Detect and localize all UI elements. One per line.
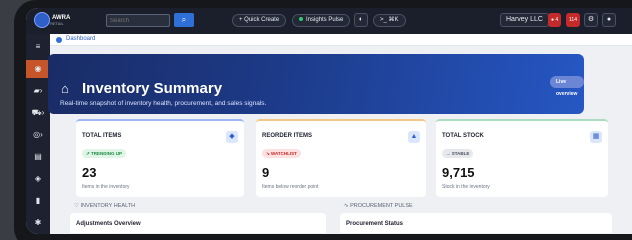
card-description: Stock in the inventory — [442, 184, 490, 190]
logo-mark — [34, 12, 50, 28]
procurement-status-panel: Procurement Status — [340, 213, 612, 233]
card-title: REORDER ITEMS — [262, 133, 313, 139]
dashboard-icon[interactable]: ◉ — [26, 60, 50, 78]
insights-pulse-label: Insights Pulse — [306, 17, 344, 23]
warehouse-icon: ⌂ — [61, 81, 69, 96]
inventory-health-heading: ♡ INVENTORY HEALTH — [74, 203, 136, 209]
alerts-badge[interactable]: 114 — [566, 13, 580, 27]
search-button[interactable]: ⌕ — [174, 13, 194, 27]
company-selector[interactable]: Harvey LLC — [500, 13, 549, 27]
page-title: Inventory Summary — [82, 80, 223, 97]
search-icon: ⌕ — [181, 15, 187, 24]
trend-badge: → STABLE — [442, 149, 474, 158]
box-icon[interactable]: ◈ — [26, 170, 50, 188]
breadcrumb-dashboard[interactable]: Dashboard — [66, 36, 95, 42]
document-icon[interactable]: ▮ — [26, 192, 50, 210]
boxes-icon[interactable]: ▦ — [590, 131, 602, 143]
card-value: 23 — [82, 165, 97, 180]
cart-icon[interactable]: ⛟› — [26, 104, 50, 122]
search-input[interactable] — [106, 14, 170, 27]
page-subtitle: Real-time snapshot of inventory health, … — [60, 100, 267, 107]
total-items-card: TOTAL ITEMS ◆ ↗ TRENDING UP 23 Items in … — [76, 119, 244, 197]
card-title: TOTAL ITEMS — [82, 133, 122, 139]
card-value: 9 — [262, 165, 270, 180]
bell-icon: ● — [551, 17, 555, 23]
live-overview-button[interactable]: Live overview — [550, 76, 584, 97]
status-dot-icon — [299, 17, 303, 22]
logo-subtext: RETAIL — [50, 20, 64, 26]
profile-button[interactable]: ● — [602, 13, 616, 27]
menu-icon[interactable]: ≡ — [26, 38, 50, 56]
panel-title: Adjustments Overview — [76, 221, 141, 227]
users-icon[interactable]: ◎› — [26, 126, 50, 144]
total-stock-card: TOTAL STOCK ▦ → STABLE 9,715 Stock in th… — [436, 119, 608, 197]
logo-text: AWRA — [52, 14, 71, 21]
home-icon — [56, 37, 62, 43]
settings-button[interactable]: ⚙ — [584, 13, 598, 27]
notifications-badge[interactable]: ● 4 — [548, 13, 562, 27]
card-description: Items in the inventory — [82, 184, 130, 190]
theme-toggle-button[interactable]: ◐ — [354, 13, 368, 27]
procurement-pulse-heading: ∿ PROCUREMENT PULSE — [344, 203, 413, 209]
reorder-items-card: REORDER ITEMS ▲ ↘ WATCHLIST 9 Items belo… — [256, 119, 426, 197]
briefcase-icon[interactable]: ▰› — [26, 82, 50, 100]
card-title: TOTAL STOCK — [442, 133, 484, 139]
moon-icon: ◐ — [358, 16, 364, 23]
top-navbar: AWRA RETAIL ⌕ + Quick Create Insights Pu… — [26, 8, 632, 34]
app-logo[interactable]: AWRA RETAIL — [34, 12, 70, 28]
quick-create-button[interactable]: + Quick Create — [232, 14, 287, 27]
trend-badge: ↘ WATCHLIST — [262, 149, 301, 158]
layers-icon[interactable]: ◆ — [226, 131, 238, 143]
inventory-summary-banner: ⌂ Inventory Summary Real-time snapshot o… — [48, 54, 584, 114]
command-palette-button[interactable]: >_ ⌘K — [373, 14, 406, 27]
orders-icon[interactable]: ▤ — [26, 148, 50, 166]
trend-badge: ↗ TRENDING UP — [82, 149, 127, 158]
sidebar: ≡ ◉ ▰› ⛟› ◎› ▤ ◈ ▮ ✱ — [26, 34, 50, 234]
breadcrumb-bar: Dashboard — [50, 34, 632, 46]
notifications-count: 4 — [555, 17, 559, 23]
user-icon: ● — [606, 16, 612, 23]
card-value: 9,715 — [442, 165, 475, 180]
card-description: Items below reorder point — [262, 184, 319, 190]
warning-icon[interactable]: ▲ — [408, 131, 420, 143]
panel-title: Procurement Status — [346, 221, 404, 227]
settings-icon[interactable]: ✱ — [26, 214, 50, 232]
insights-pulse-button[interactable]: Insights Pulse — [292, 14, 351, 27]
gear-icon: ⚙ — [587, 16, 595, 23]
adjustments-overview-panel: Adjustments Overview — [70, 213, 326, 233]
